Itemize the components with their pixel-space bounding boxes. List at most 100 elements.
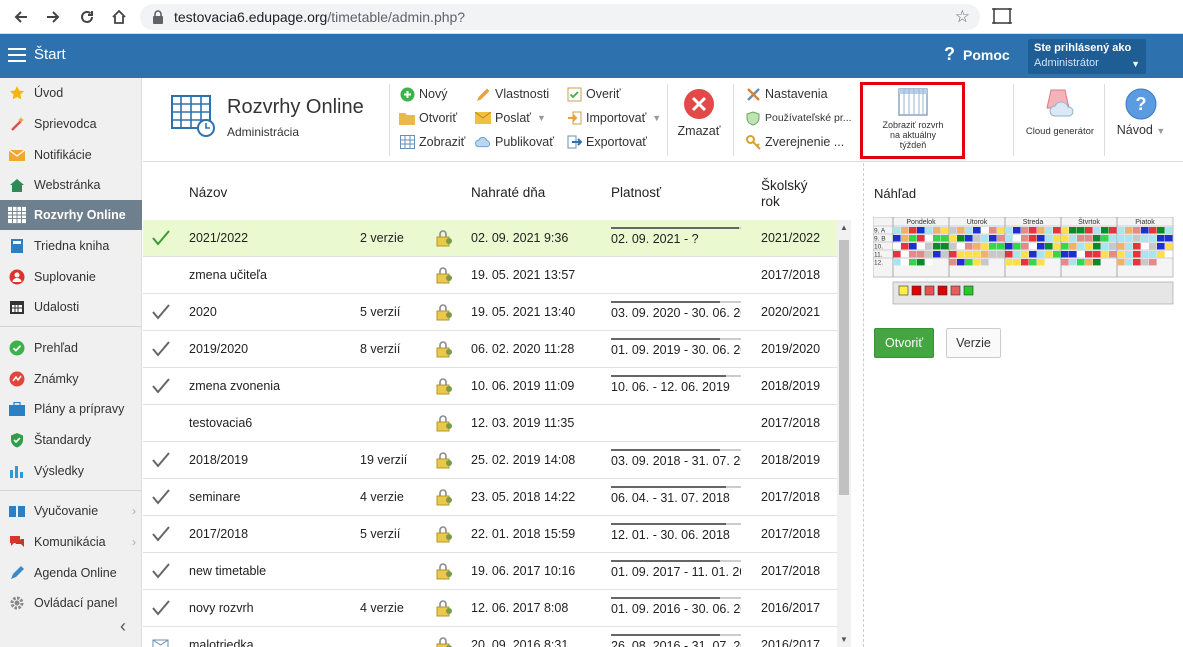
preview-lesson <box>1069 259 1077 266</box>
delete-button[interactable]: Zmazať <box>675 88 723 138</box>
table-row[interactable]: zmena zvonenia 10. 06. 2019 11:09 10. 06. … <box>143 368 837 405</box>
table-row[interactable]: 2020 5 verzií 19. 05. 2021 13:40 03. 09. 20… <box>143 294 837 331</box>
view-button[interactable]: Zobraziť <box>399 132 465 152</box>
guide-button[interactable]: ? Návod ▼ <box>1113 88 1169 137</box>
import-button[interactable]: Importovať ▼ <box>566 108 661 128</box>
table-scrollbar[interactable]: ▲ ▼ <box>837 220 851 647</box>
sidebar-item-rozvrhy-online[interactable]: Rozvrhy Online <box>0 200 142 230</box>
sidebar-item-agenda-online[interactable]: Agenda Online <box>0 558 142 588</box>
help-button[interactable]: ? Pomoc <box>944 44 1010 65</box>
preview-lesson <box>1093 251 1101 258</box>
cloud-generator-button[interactable]: Cloud generátor <box>1019 88 1101 137</box>
sidebar-item-znamky[interactable]: Známky <box>0 364 142 394</box>
sidebar-item-ovladaci-panel[interactable]: Ovládací panel <box>0 588 142 618</box>
lock-person-icon[interactable] <box>435 636 453 647</box>
book-icon <box>8 237 26 255</box>
sidebar-item-plany[interactable]: Plány a prípravy <box>0 394 142 424</box>
export-button[interactable]: Exportovať <box>566 132 647 152</box>
cast-icon[interactable] <box>992 7 1012 25</box>
table-row[interactable]: malotriedka 20. 09. 2016 8:31 26. 08. 2016… <box>143 627 837 647</box>
preview-lesson <box>989 235 997 242</box>
sidebar-item-webstranka[interactable]: Webstránka <box>0 170 142 200</box>
table-row[interactable]: 2017/2018 5 verzií 22. 01. 2018 15:59 12. 0… <box>143 516 837 553</box>
table-row[interactable]: 2019/2020 8 verzií 06. 02. 2020 11:28 01. 0… <box>143 331 837 368</box>
sidebar-item-label: Agenda Online <box>34 566 117 580</box>
preview-title: Náhľad <box>874 186 917 201</box>
sidebar-item-sprievodca[interactable]: Sprievodca <box>0 109 142 139</box>
column-name[interactable]: Názov <box>189 185 227 200</box>
preview-lesson <box>901 251 909 258</box>
sidebar-item-komunikacia[interactable]: Komunikácia › <box>0 527 142 557</box>
sidebar-item-label: Ovládací panel <box>34 596 118 610</box>
start-link[interactable]: Štart <box>34 46 66 63</box>
table-row[interactable]: seminare 4 verzie 23. 05. 2018 14:22 06. 04… <box>143 479 837 516</box>
sidebar-item-uvod[interactable]: Úvod <box>0 78 142 108</box>
reload-icon[interactable] <box>76 6 98 28</box>
lock-person-icon[interactable] <box>435 303 453 321</box>
menu-icon[interactable] <box>8 48 26 62</box>
sidebar-item-vyucovanie[interactable]: Vyučovanie › <box>0 496 142 526</box>
table-row[interactable]: testovacia6 12. 03. 2019 11:35 2017/2018 <box>143 405 837 442</box>
help-icon: ? <box>944 44 955 64</box>
collapse-sidebar-icon[interactable]: ‹ <box>120 616 126 637</box>
publish-button[interactable]: Publikovať <box>475 132 554 152</box>
back-icon[interactable] <box>10 6 32 28</box>
sidebar-item-standardy[interactable]: Štandardy <box>0 425 142 455</box>
user-menu[interactable]: Ste prihlásený ako Administrátor ▼ <box>1028 39 1146 74</box>
row-name: 2021/2022 <box>189 231 249 245</box>
open-button[interactable]: Otvoriť <box>399 108 457 128</box>
table-row[interactable]: 2021/2022 2 verzie 02. 09. 2021 9:36 02. 09… <box>143 220 837 257</box>
send-button[interactable]: Poslať ▼ <box>475 108 546 128</box>
table-row[interactable]: 2018/2019 19 verzií 25. 02. 2019 14:08 03. … <box>143 442 837 479</box>
preview-lesson <box>1117 243 1125 250</box>
properties-button[interactable]: Vlastnosti <box>475 84 549 104</box>
scroll-down-icon[interactable]: ▼ <box>840 635 848 644</box>
column-year[interactable]: Školský rok <box>761 178 808 210</box>
address-bar[interactable]: testovacia6.edupage.org/timetable/admin.… <box>140 4 980 30</box>
forward-icon[interactable] <box>42 6 64 28</box>
preview-lesson <box>1125 259 1133 266</box>
user-rights-button[interactable]: Používateľské pr... <box>745 108 852 128</box>
lock-person-icon[interactable] <box>435 229 453 247</box>
preview-lesson <box>1101 227 1109 234</box>
preview-lesson <box>1125 235 1133 242</box>
sidebar-item-label: Prehľad <box>34 341 78 355</box>
lock-person-icon[interactable] <box>435 488 453 506</box>
publishing-button[interactable]: Zverejnenie ... <box>745 132 844 152</box>
lock-person-icon[interactable] <box>435 377 453 395</box>
verify-button[interactable]: Overiť <box>566 84 621 104</box>
lock-person-icon[interactable] <box>435 451 453 469</box>
sidebar-item-suplovanie[interactable]: Suplovanie <box>0 262 142 292</box>
sidebar-item-vysledky[interactable]: Výsledky <box>0 456 142 486</box>
sidebar-item-notifikacie[interactable]: Notifikácie <box>0 140 142 170</box>
preview-lesson <box>957 251 965 258</box>
sidebar-item-label: Rozvrhy Online <box>34 208 126 222</box>
lock-person-icon[interactable] <box>435 266 453 284</box>
sidebar-item-prehlad[interactable]: Prehľad <box>0 333 142 363</box>
bookmark-star-icon[interactable]: ☆ <box>955 7 970 27</box>
column-validity[interactable]: Platnosť <box>611 185 661 200</box>
row-year: 2021/2022 <box>761 231 821 245</box>
table-row[interactable]: zmena učiteľa 19. 05. 2021 13:57 2017/2018 <box>143 257 837 294</box>
sidebar-item-udalosti[interactable]: Udalosti <box>0 292 142 322</box>
row-validity: 03. 09. 2018 - 31. 07. 2019 <box>609 446 741 474</box>
lock-person-icon[interactable] <box>435 525 453 543</box>
table-row[interactable]: new timetable 19. 06. 2017 10:16 01. 09. 2… <box>143 553 837 590</box>
lock-person-icon[interactable] <box>435 599 453 617</box>
home-browser-icon[interactable] <box>108 6 130 28</box>
lock-person-icon[interactable] <box>435 340 453 358</box>
preview-legend-swatch <box>950 285 961 296</box>
new-button[interactable]: Nový <box>399 84 447 104</box>
column-uploaded[interactable]: Nahraté dňa <box>471 185 545 200</box>
lock-person-icon[interactable] <box>435 562 453 580</box>
key-icon <box>745 134 761 150</box>
scroll-thumb[interactable] <box>839 240 849 495</box>
sidebar-item-triedna-kniha[interactable]: Triedna kniha <box>0 231 142 261</box>
settings-button[interactable]: Nastavenia <box>745 84 828 104</box>
table-row[interactable]: novy rozvrh 4 verzie 12. 06. 2017 8:08 01. … <box>143 590 837 627</box>
versions-button[interactable]: Verzie <box>946 328 1001 358</box>
lock-person-icon[interactable] <box>435 414 453 432</box>
open-timetable-button[interactable]: Otvoriť <box>874 328 934 358</box>
scroll-up-icon[interactable]: ▲ <box>840 223 848 232</box>
row-versions: 19 verzií <box>360 453 408 467</box>
